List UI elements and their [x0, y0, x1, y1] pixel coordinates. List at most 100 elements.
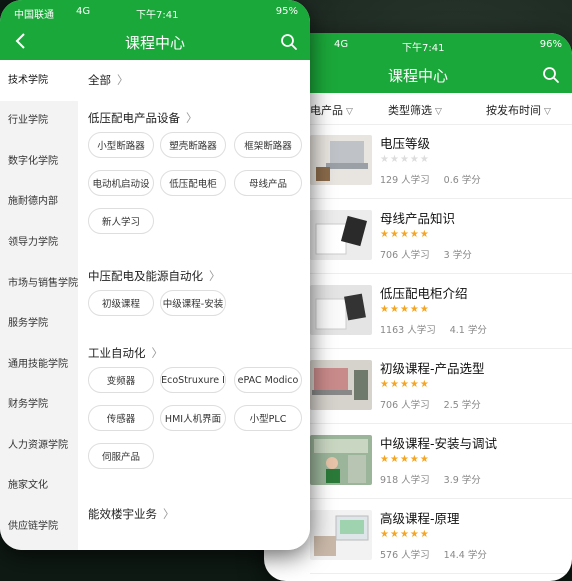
- category-chip[interactable]: EcoStruxure I: [160, 367, 226, 393]
- sidebar-item[interactable]: 通用技能学院: [0, 344, 78, 385]
- sidebar-item[interactable]: 施耐德内部: [0, 182, 78, 223]
- category-content: 全部〉 低压配电产品设备〉小型断路器 塑壳断路器 框架断路器电动机启动设 低压配电柜母…: [78, 60, 310, 550]
- battery-level: 96%: [539, 39, 562, 50]
- category-all[interactable]: 全部〉: [88, 72, 129, 88]
- sidebar-item[interactable]: 财务学院: [0, 385, 78, 426]
- category-chip[interactable]: 电动机启动设: [88, 170, 154, 196]
- credit-count: 2.5 学分: [443, 400, 481, 411]
- chevron-right-icon: 〉: [186, 111, 198, 125]
- star-icon: ★: [399, 379, 410, 390]
- sidebar-item[interactable]: 市场与销售学院: [0, 263, 78, 304]
- star-icon: ★: [409, 229, 420, 240]
- star-icon: ★: [380, 454, 390, 465]
- sidebar-item[interactable]: 供应链学院: [0, 507, 78, 548]
- star-rating: ★★★★★: [380, 154, 430, 165]
- category-chip[interactable]: 框架断路器: [234, 132, 302, 158]
- page-title: 课程中心: [387, 67, 448, 85]
- star-icon: ★: [409, 454, 420, 465]
- category-chip[interactable]: 伺服产品: [88, 443, 154, 469]
- star-icon: ★: [419, 529, 430, 540]
- category-title[interactable]: 工业自动化〉: [88, 345, 163, 361]
- sidebar-item[interactable]: 领导力学院: [0, 222, 78, 263]
- filter-category[interactable]: 电产品 ▽: [310, 102, 353, 118]
- star-icon: ★: [419, 154, 430, 165]
- category-chip[interactable]: 低压配电柜: [160, 170, 226, 196]
- course-thumbnail: [310, 135, 372, 185]
- sidebar: 技术学院 行业学院 数字化学院 施耐德内部 领导力学院 市场与销售学院 服务学院 通用技能学院…: [0, 60, 78, 550]
- star-icon: ★: [399, 229, 410, 240]
- filter-type[interactable]: 类型筛选 ▽: [388, 102, 442, 118]
- learner-count: 918 人学习: [380, 475, 430, 486]
- category-chip[interactable]: 塑壳断路器: [160, 132, 226, 158]
- star-icon: ★: [419, 454, 430, 465]
- star-icon: ★: [389, 304, 400, 315]
- course-meta: 918 人学习 3.9 学分: [380, 472, 495, 486]
- star-icon: ★: [389, 454, 400, 465]
- category-chip[interactable]: 小型断路器: [88, 132, 154, 158]
- category-chip[interactable]: 小型PLC: [234, 405, 302, 431]
- category-title[interactable]: 中压配电及能源自动化〉: [88, 268, 221, 284]
- category-chip[interactable]: ePAC Modico: [234, 367, 302, 393]
- star-icon: ★: [389, 379, 400, 390]
- course-item[interactable]: 高级课程-原理 ★★★★★ 576 人学习 14.4 学分: [264, 504, 572, 579]
- course-thumbnail: [310, 435, 372, 485]
- divider: [310, 573, 572, 574]
- sidebar-item[interactable]: 人力资源学院: [0, 425, 78, 466]
- course-meta: 706 人学习 3 学分: [380, 247, 486, 261]
- category-chip[interactable]: 新人学习: [88, 208, 154, 234]
- course-meta: 706 人学习 2.5 学分: [380, 397, 495, 411]
- course-title: 中级课程-安装与调试: [380, 436, 498, 451]
- course-item[interactable]: 低压配电柜介绍 ★★★★★ 1163 人学习 4.1 学分: [264, 279, 572, 354]
- sidebar-item[interactable]: 技术学院: [0, 60, 78, 101]
- divider: [310, 423, 572, 424]
- category-chip[interactable]: 中级课程-安装: [160, 290, 226, 316]
- course-thumbnail: [310, 285, 372, 335]
- sidebar-item[interactable]: 数字化学院: [0, 141, 78, 182]
- category-chip[interactable]: 初级课程: [88, 290, 154, 316]
- star-rating: ★★★★★: [380, 229, 430, 240]
- page-title: 课程中心: [124, 34, 185, 52]
- star-icon: ★: [419, 304, 430, 315]
- course-thumbnail: [310, 210, 372, 260]
- learner-count: 129 人学习: [380, 175, 430, 186]
- star-icon: ★: [399, 154, 410, 165]
- sidebar-item[interactable]: 施家文化: [0, 466, 78, 507]
- course-item[interactable]: 电压等级 ★★★★★ 129 人学习 0.6 学分: [264, 129, 572, 204]
- star-icon: ★: [399, 454, 410, 465]
- credit-count: 3 学分: [443, 250, 472, 261]
- search-icon[interactable]: [280, 33, 298, 51]
- category-chip[interactable]: 变频器: [88, 367, 154, 393]
- credit-count: 4.1 学分: [449, 325, 487, 336]
- star-icon: ★: [389, 529, 400, 540]
- chevron-down-icon: ▽: [435, 107, 442, 117]
- course-title: 母线产品知识: [380, 211, 456, 226]
- battery-level: 95%: [275, 6, 298, 17]
- course-item[interactable]: 母线产品知识 ★★★★★ 706 人学习 3 学分: [264, 204, 572, 279]
- learner-count: 576 人学习: [380, 550, 430, 561]
- category-chip[interactable]: HMI人机界面: [160, 405, 226, 431]
- star-icon: ★: [409, 379, 420, 390]
- course-item[interactable]: 初级课程-产品选型 ★★★★★ 706 人学习 2.5 学分: [264, 354, 572, 429]
- category-chip[interactable]: 传感器: [88, 405, 154, 431]
- category-chip[interactable]: 母线产品: [234, 170, 302, 196]
- learner-count: 706 人学习: [380, 400, 430, 411]
- category-title[interactable]: 低压配电产品设备〉: [88, 110, 198, 126]
- sidebar-item[interactable]: 服务学院: [0, 304, 78, 345]
- star-icon: ★: [380, 529, 390, 540]
- course-thumbnail: [310, 360, 372, 410]
- category-title[interactable]: 能效楼宇业务〉: [88, 506, 175, 522]
- course-list-screen: 4G 下午7:41 96% 课程中心 电产品 ▽ 类型筛选 ▽ 按发布时间 ▽ 电压等…: [264, 33, 572, 581]
- learner-count: 1163 人学习: [380, 325, 436, 336]
- course-item[interactable]: 中级课程-安装与调试 ★★★★★ 918 人学习 3.9 学分: [264, 429, 572, 504]
- star-icon: ★: [380, 154, 390, 165]
- filter-sort[interactable]: 按发布时间 ▽: [486, 102, 551, 118]
- star-icon: ★: [389, 154, 400, 165]
- chevron-right-icon: 〉: [151, 346, 164, 360]
- star-icon: ★: [380, 379, 390, 390]
- course-title: 低压配电柜介绍: [380, 286, 468, 301]
- divider: [310, 198, 572, 199]
- star-icon: ★: [399, 304, 410, 315]
- status-time: 下午7:41: [136, 10, 179, 21]
- search-icon[interactable]: [542, 66, 560, 84]
- sidebar-item[interactable]: 行业学院: [0, 101, 78, 142]
